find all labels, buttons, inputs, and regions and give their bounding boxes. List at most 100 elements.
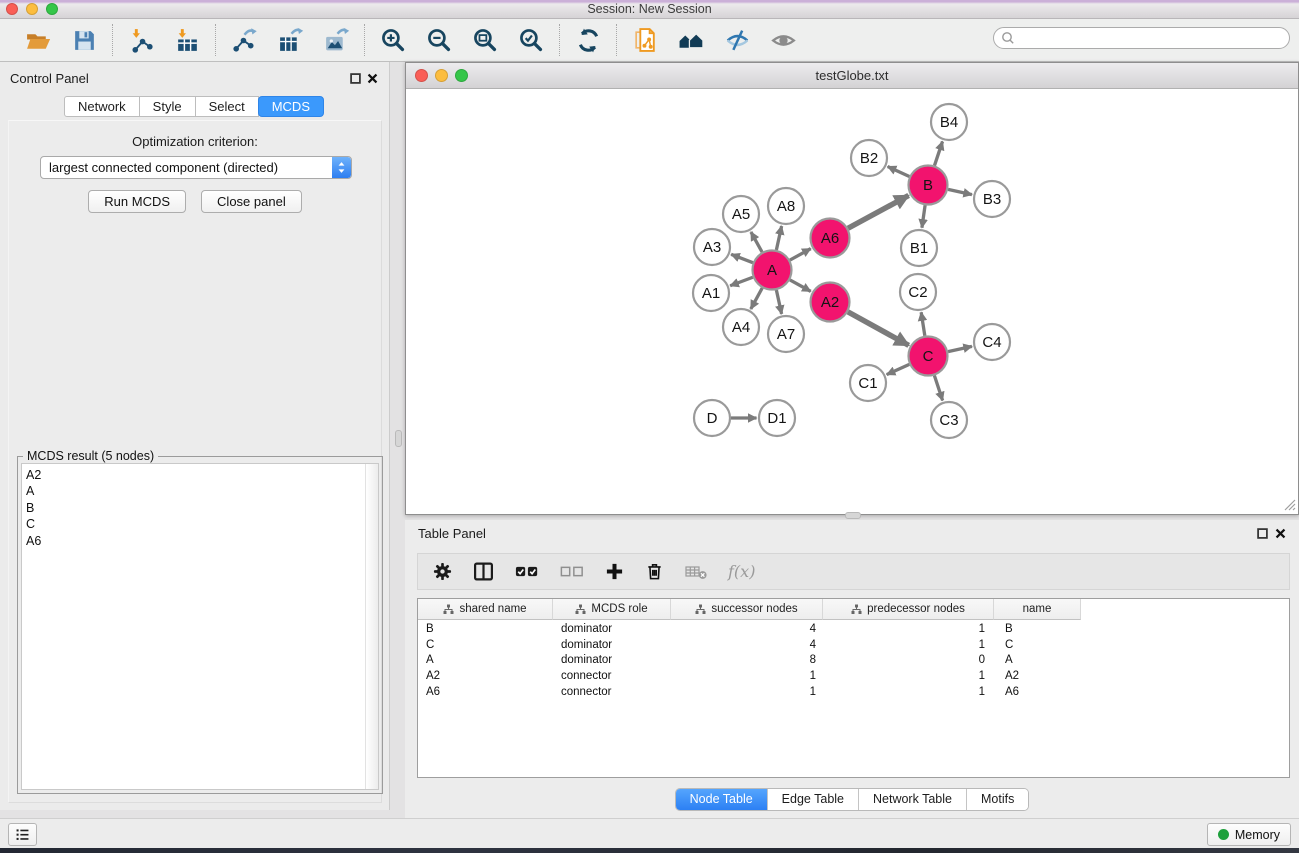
graph-edge[interactable]: [921, 312, 925, 335]
graph-node-b3[interactable]: B3: [974, 181, 1010, 217]
graph-edge[interactable]: [848, 312, 909, 345]
table-cell[interactable]: A: [994, 653, 1081, 669]
graph-node-b4[interactable]: B4: [931, 104, 967, 140]
table-row[interactable]: Cdominator41C: [418, 638, 1289, 654]
zoom-out-icon[interactable]: [424, 25, 454, 55]
table-cell[interactable]: B: [994, 622, 1081, 638]
table-cell[interactable]: connector: [553, 685, 671, 701]
function-builder-icon[interactable]: f(x): [728, 562, 755, 581]
table-cell[interactable]: 1: [823, 622, 994, 638]
refresh-icon[interactable]: [573, 25, 603, 55]
table-cell[interactable]: dominator: [553, 653, 671, 669]
column-header-name[interactable]: name: [994, 599, 1081, 620]
tab-network-table[interactable]: Network Table: [859, 789, 967, 810]
clone-network-icon[interactable]: [630, 25, 660, 55]
table-cell[interactable]: 1: [823, 638, 994, 654]
mcds-result-item[interactable]: A: [22, 483, 378, 499]
vertical-splitter-handle[interactable]: [395, 430, 402, 447]
graph-edge[interactable]: [776, 290, 781, 314]
table-float-panel-icon[interactable]: [1257, 528, 1268, 539]
graph-edge[interactable]: [934, 375, 942, 400]
graph-node-a4[interactable]: A4: [723, 309, 759, 345]
close-panel-icon[interactable]: [367, 73, 378, 84]
mcds-result-item[interactable]: C: [22, 516, 378, 532]
table-cell[interactable]: 1: [671, 669, 823, 685]
graph-node-a6[interactable]: A6: [811, 219, 850, 258]
search-input[interactable]: [1015, 29, 1289, 47]
graph-node-a[interactable]: A: [753, 251, 792, 290]
graph-node-a1[interactable]: A1: [693, 275, 729, 311]
graph-edge[interactable]: [887, 364, 910, 374]
close-panel-button[interactable]: Close panel: [201, 190, 302, 213]
graph-node-c2[interactable]: C2: [900, 274, 936, 310]
select-all-checkboxes-icon[interactable]: [515, 565, 539, 578]
import-table-icon[interactable]: [172, 25, 202, 55]
zoom-in-icon[interactable]: [378, 25, 408, 55]
tab-select[interactable]: Select: [195, 96, 259, 117]
graph-node-b2[interactable]: B2: [851, 140, 887, 176]
import-network-icon[interactable]: [126, 25, 156, 55]
deselect-all-checkboxes-icon[interactable]: [560, 565, 584, 578]
network-canvas[interactable]: B4B2BB3A5A8A6A3AB1A1A2C2A4A7C4CC1DD1C3: [406, 89, 1298, 513]
criterion-dropdown[interactable]: largest connected component (directed): [40, 156, 352, 179]
table-row[interactable]: A6connector11A6: [418, 685, 1289, 701]
table-cell[interactable]: 1: [823, 669, 994, 685]
table-cell[interactable]: 1: [823, 685, 994, 701]
split-view-icon[interactable]: [473, 561, 494, 582]
mcds-result-item[interactable]: B: [22, 500, 378, 516]
column-header-successor-nodes[interactable]: successor nodes: [671, 599, 823, 620]
tab-mcds[interactable]: MCDS: [258, 96, 324, 117]
table-cell[interactable]: 4: [671, 622, 823, 638]
graph-edge[interactable]: [751, 288, 762, 309]
tab-edge-table[interactable]: Edge Table: [768, 789, 859, 810]
table-cell[interactable]: A2: [994, 669, 1081, 685]
graph-node-c3[interactable]: C3: [931, 402, 967, 438]
column-header-mcds-role[interactable]: MCDS role: [553, 599, 671, 620]
toggle-birdseye-icon[interactable]: [722, 25, 752, 55]
graph-node-d[interactable]: D: [694, 400, 730, 436]
export-network-icon[interactable]: [229, 25, 259, 55]
zoom-fit-icon[interactable]: [470, 25, 500, 55]
run-mcds-button[interactable]: Run MCDS: [88, 190, 186, 213]
graph-edge[interactable]: [776, 226, 781, 250]
export-image-icon[interactable]: [321, 25, 351, 55]
eye-icon[interactable]: [768, 25, 798, 55]
export-table-icon[interactable]: [275, 25, 305, 55]
tab-style[interactable]: Style: [139, 96, 196, 117]
tab-network[interactable]: Network: [64, 96, 140, 117]
graph-node-a5[interactable]: A5: [723, 196, 759, 232]
table-cell[interactable]: C: [418, 638, 553, 654]
table-cell[interactable]: 4: [671, 638, 823, 654]
table-cell[interactable]: B: [418, 622, 553, 638]
graph-edge[interactable]: [790, 280, 811, 291]
add-column-icon[interactable]: [605, 562, 624, 581]
save-session-icon[interactable]: [69, 25, 99, 55]
tab-node-table[interactable]: Node Table: [676, 789, 768, 810]
table-cell[interactable]: A6: [994, 685, 1081, 701]
table-cell[interactable]: connector: [553, 669, 671, 685]
table-row[interactable]: Bdominator41B: [418, 622, 1289, 638]
delete-table-icon[interactable]: [685, 564, 707, 580]
layout-homes-icon[interactable]: [676, 25, 706, 55]
table-cell[interactable]: 8: [671, 653, 823, 669]
mcds-result-item[interactable]: A6: [22, 533, 378, 549]
table-cell[interactable]: A6: [418, 685, 553, 701]
memory-button[interactable]: Memory: [1207, 823, 1291, 846]
graph-edge[interactable]: [948, 346, 972, 351]
graph-edge[interactable]: [848, 195, 909, 228]
horizontal-splitter-handle[interactable]: [845, 512, 861, 519]
window-resize-grip[interactable]: [1282, 497, 1296, 511]
table-cell[interactable]: 1: [671, 685, 823, 701]
graph-edge[interactable]: [922, 205, 925, 227]
delete-column-icon[interactable]: [645, 562, 664, 581]
table-cell[interactable]: C: [994, 638, 1081, 654]
graph-edge[interactable]: [948, 189, 972, 194]
table-cell[interactable]: A: [418, 653, 553, 669]
graph-node-b[interactable]: B: [909, 166, 948, 205]
graph-node-d1[interactable]: D1: [759, 400, 795, 436]
table-cell[interactable]: 0: [823, 653, 994, 669]
graph-node-b1[interactable]: B1: [901, 230, 937, 266]
graph-edge[interactable]: [888, 167, 910, 177]
graph-edge[interactable]: [731, 254, 753, 262]
result-scrollbar[interactable]: [365, 464, 378, 789]
